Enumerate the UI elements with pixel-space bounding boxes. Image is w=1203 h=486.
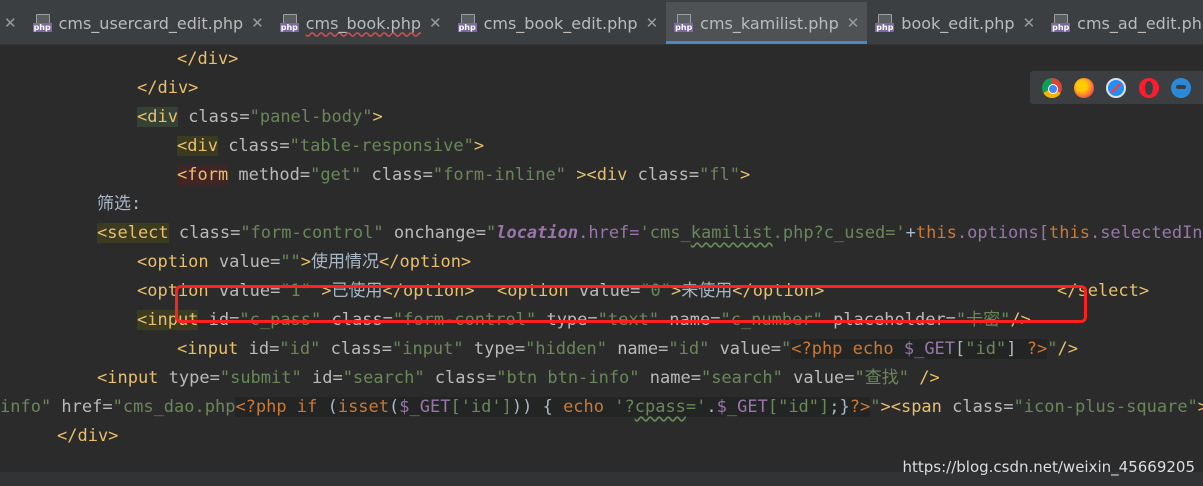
close-icon[interactable]: ✕ xyxy=(1023,14,1036,32)
code-line-7: <select class="form-control" onchange="l… xyxy=(97,223,1203,243)
php-file-icon: php xyxy=(32,14,53,32)
code-line-6: 筛选: xyxy=(97,194,142,214)
browser-preview-bar xyxy=(1030,71,1203,104)
code-line-8: <option value="">使用情况</option> xyxy=(137,252,472,272)
tab-book-edit[interactable]: php book_edit.php ✕ xyxy=(867,2,1043,44)
code-editor[interactable]: </div> </div> <div class="panel-body"> <… xyxy=(0,45,1203,486)
code-line-3: <div class="panel-body"> xyxy=(137,107,383,127)
close-icon[interactable]: ✕ xyxy=(847,14,860,32)
close-icon[interactable]: ✕ xyxy=(251,14,264,32)
tab-label: cms_kamilist.php xyxy=(700,13,839,33)
code-line-2: </div> xyxy=(137,78,199,98)
close-icon[interactable]: ✕ xyxy=(4,14,17,32)
watermark-url: https://blog.csdn.net/weixin_45669205 xyxy=(902,458,1195,476)
code-line-4: <div class="table-responsive"> xyxy=(177,136,485,156)
tab-label: cms_usercard_edit.php xyxy=(58,13,244,33)
safari-icon[interactable] xyxy=(1106,77,1127,98)
edge-icon[interactable] xyxy=(1170,77,1191,98)
close-icon[interactable]: ✕ xyxy=(646,14,659,32)
code-line-5: <form method="get" class="form-inline" >… xyxy=(177,165,751,185)
chrome-icon[interactable] xyxy=(1042,77,1063,98)
firefox-icon[interactable] xyxy=(1074,77,1095,98)
tab-label: cms_ad_edit.php xyxy=(1077,13,1203,33)
tab-label: cms_book.php xyxy=(305,13,421,33)
tab-partial[interactable]: ✕ xyxy=(0,2,25,44)
tab-label: book_edit.php xyxy=(901,13,1015,33)
opera-icon[interactable] xyxy=(1138,77,1159,98)
tab-cms-kamilist[interactable]: php cms_kamilist.php ✕ xyxy=(666,2,868,44)
close-icon[interactable]: ✕ xyxy=(429,14,442,32)
highlight-annotation-box xyxy=(175,285,1087,323)
tab-cms-usercard-edit[interactable]: php cms_usercard_edit.php ✕ xyxy=(25,2,272,44)
php-file-icon: php xyxy=(457,14,478,32)
php-file-icon: php xyxy=(1051,14,1071,32)
code-line-13: info" href="cms_dao.php<?php if (isset($… xyxy=(0,397,1203,417)
code-line-14: </div> xyxy=(57,426,119,446)
php-file-icon: php xyxy=(279,14,300,32)
tab-cms-ad-edit[interactable]: php cms_ad_edit.php ✕ xyxy=(1043,2,1203,44)
php-file-icon: php xyxy=(674,14,694,32)
tab-cms-book-edit[interactable]: php cms_book_edit.php ✕ xyxy=(450,2,667,44)
code-line-12: <input type="submit" id="search" class="… xyxy=(97,368,940,388)
editor-tab-bar: ✕ php cms_usercard_edit.php ✕ php cms_bo… xyxy=(0,0,1203,45)
tab-cms-book[interactable]: php cms_book.php ✕ xyxy=(272,2,450,44)
tab-label: cms_book_edit.php xyxy=(483,13,638,33)
code-line-1: </div> xyxy=(177,49,239,69)
code-line-11: <input id="id" class="input" type="hidde… xyxy=(177,339,1078,359)
php-file-icon: php xyxy=(875,14,895,32)
